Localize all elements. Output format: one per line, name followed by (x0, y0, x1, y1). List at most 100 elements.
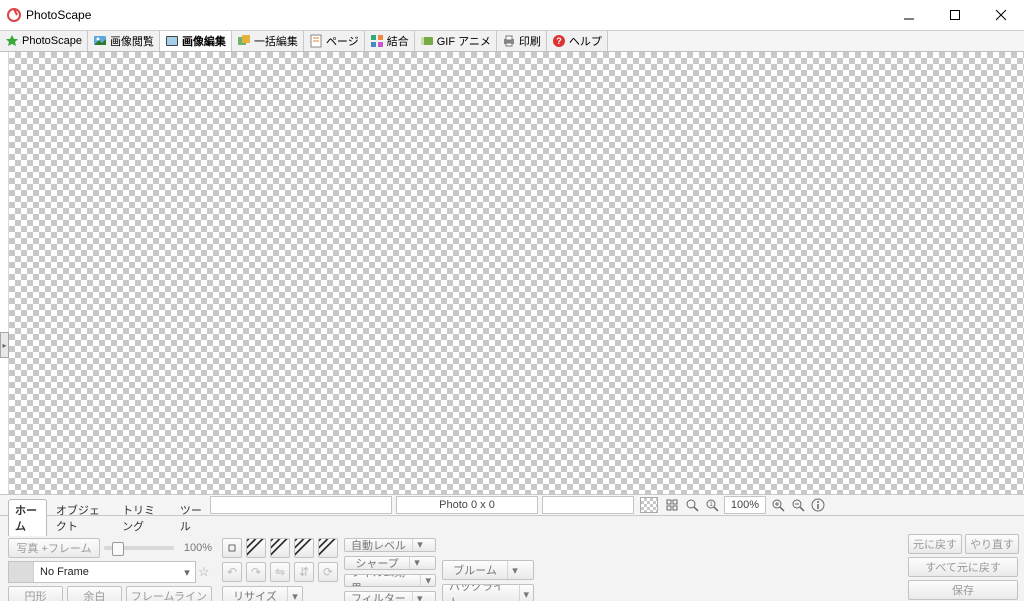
frame-opacity-slider[interactable] (104, 546, 174, 550)
tab-label: 画像閲覧 (110, 33, 154, 49)
editor-icon (165, 34, 179, 48)
tab-batch[interactable]: 一括編集 (232, 31, 304, 51)
canvas[interactable] (9, 52, 1024, 494)
pattern-4-icon[interactable] (318, 538, 338, 558)
undo-all-button[interactable]: すべて元に戻す (908, 557, 1018, 577)
transparency-toggle-icon[interactable] (640, 497, 658, 513)
combine-icon (370, 34, 384, 48)
zoom-fit-icon[interactable] (683, 497, 701, 513)
frame-name: No Frame (34, 566, 179, 578)
main-tabs: PhotoScape 画像閲覧 画像編集 一括編集 ページ 結合 GIF アニメ… (0, 31, 1024, 52)
subtab-tools[interactable]: ツール (173, 499, 212, 536)
bloom-button[interactable]: ブルーム ▾ (442, 560, 534, 580)
home-panel: ホーム オブジェクト トリミング ツール 写真 +フレーム 100% No Fr… (0, 516, 216, 601)
rotate-right-icon[interactable]: ↷ (246, 562, 266, 582)
tab-label: 結合 (387, 33, 409, 49)
tab-page[interactable]: ページ (304, 31, 365, 51)
backlight-label: バックライト (443, 585, 519, 601)
thumbnail-scroll[interactable] (542, 496, 634, 514)
adjust-tools: ↶ ↷ ⇋ ⇵ ⟳ リサイズ ▾ 明るさ,カラー ▾ 自動レベ (216, 516, 540, 601)
frame-select[interactable]: No Frame ▾ (8, 561, 196, 583)
frameline-button[interactable]: フレームライン (126, 586, 212, 601)
photo-size-box: Photo 0 x 0 (396, 496, 538, 514)
tab-help[interactable]: ? ヘルプ (547, 31, 608, 51)
redo-button[interactable]: やり直す (965, 534, 1019, 554)
panel-gutter: ▸ (0, 52, 9, 494)
film-effect-button[interactable]: フィルム効果 ▾ (344, 574, 436, 588)
bottom-panel: ホーム オブジェクト トリミング ツール 写真 +フレーム 100% No Fr… (0, 515, 1024, 601)
zoom-actual-icon[interactable]: 1 (703, 497, 721, 513)
window-title: PhotoScape (22, 8, 886, 22)
filter-label: フィルター (345, 592, 412, 601)
tab-label: 印刷 (519, 33, 541, 49)
auto-level-button[interactable]: 自動レベル ▾ (344, 538, 436, 552)
svg-text:?: ? (556, 36, 562, 46)
resize-button[interactable]: リサイズ ▾ (222, 586, 303, 601)
subtab-home[interactable]: ホーム (8, 499, 47, 536)
rotate-ccw-icon[interactable] (222, 538, 242, 558)
app-icon (6, 7, 22, 23)
window-minimize-button[interactable] (886, 0, 932, 30)
chevron-down-icon[interactable]: ▾ (409, 557, 424, 569)
bloom-label: ブルーム (443, 561, 507, 579)
flip-v-icon[interactable]: ⇵ (294, 562, 314, 582)
pattern-1-icon[interactable] (246, 538, 266, 558)
save-button[interactable]: 保存 (908, 580, 1018, 600)
window-buttons (886, 0, 1024, 30)
batch-icon (237, 34, 251, 48)
tab-label: ページ (326, 33, 359, 49)
chevron-down-icon[interactable]: ▾ (507, 561, 522, 579)
flip-h-icon[interactable]: ⇋ (270, 562, 290, 582)
tab-label: 画像編集 (182, 33, 226, 49)
chevron-down-icon[interactable]: ▾ (412, 539, 427, 551)
frame-opacity-value: 100% (178, 542, 212, 554)
undo-button[interactable]: 元に戻す (908, 534, 962, 554)
pattern-3-icon[interactable] (294, 538, 314, 558)
window-maximize-button[interactable] (932, 0, 978, 30)
sharpen-label: シャープ (345, 557, 409, 569)
rotate-left-icon[interactable]: ↶ (222, 562, 242, 582)
fullscreen-icon[interactable] (663, 497, 681, 513)
viewer-icon (93, 34, 107, 48)
window-close-button[interactable] (978, 0, 1024, 30)
margin-button[interactable]: 余白 (67, 586, 122, 601)
info-icon[interactable] (809, 497, 827, 513)
filter-button[interactable]: フィルター ▾ (344, 591, 436, 601)
tab-label: GIF アニメ (437, 33, 491, 49)
panel-expand-handle[interactable]: ▸ (0, 332, 9, 358)
subtab-trimming[interactable]: トリミング (115, 499, 171, 536)
tab-gif[interactable]: GIF アニメ (415, 31, 497, 51)
pattern-2-icon[interactable] (270, 538, 290, 558)
tab-print[interactable]: 印刷 (497, 31, 547, 51)
auto-level-label: 自動レベル (345, 539, 412, 551)
gif-icon (420, 34, 434, 48)
favorite-frame-icon[interactable]: ☆ (198, 564, 212, 580)
editor-subtabs: ホーム オブジェクト トリミング ツール (8, 518, 212, 536)
zoom-in-icon[interactable] (769, 497, 787, 513)
round-button[interactable]: 円形 (8, 586, 63, 601)
chevron-down-icon[interactable]: ▾ (412, 592, 427, 601)
tab-editor[interactable]: 画像編集 (160, 31, 232, 51)
tab-combine[interactable]: 結合 (365, 31, 415, 51)
work-area: ▸ (0, 52, 1024, 494)
backlight-button[interactable]: バックライト ▾ (442, 584, 534, 601)
tab-photoscape[interactable]: PhotoScape (0, 31, 88, 51)
tab-viewer[interactable]: 画像閲覧 (88, 31, 160, 51)
window-titlebar: PhotoScape (0, 0, 1024, 31)
tab-label: 一括編集 (254, 33, 298, 49)
zoom-value[interactable]: 100% (724, 496, 766, 514)
resize-label: リサイズ (223, 587, 287, 601)
chevron-down-icon[interactable]: ▾ (519, 585, 533, 601)
subtab-object[interactable]: オブジェクト (49, 499, 113, 536)
page-icon (309, 34, 323, 48)
sharpen-button[interactable]: シャープ ▾ (344, 556, 436, 570)
chevron-down-icon: ▾ (179, 566, 195, 579)
help-icon: ? (552, 34, 566, 48)
print-icon (502, 34, 516, 48)
file-path-box[interactable] (210, 496, 392, 514)
chevron-down-icon[interactable]: ▾ (287, 587, 302, 601)
zoom-out-icon[interactable] (789, 497, 807, 513)
chevron-down-icon[interactable]: ▾ (420, 575, 435, 587)
free-rotate-icon[interactable]: ⟳ (318, 562, 338, 582)
add-frame-button[interactable]: 写真 +フレーム (8, 538, 100, 558)
